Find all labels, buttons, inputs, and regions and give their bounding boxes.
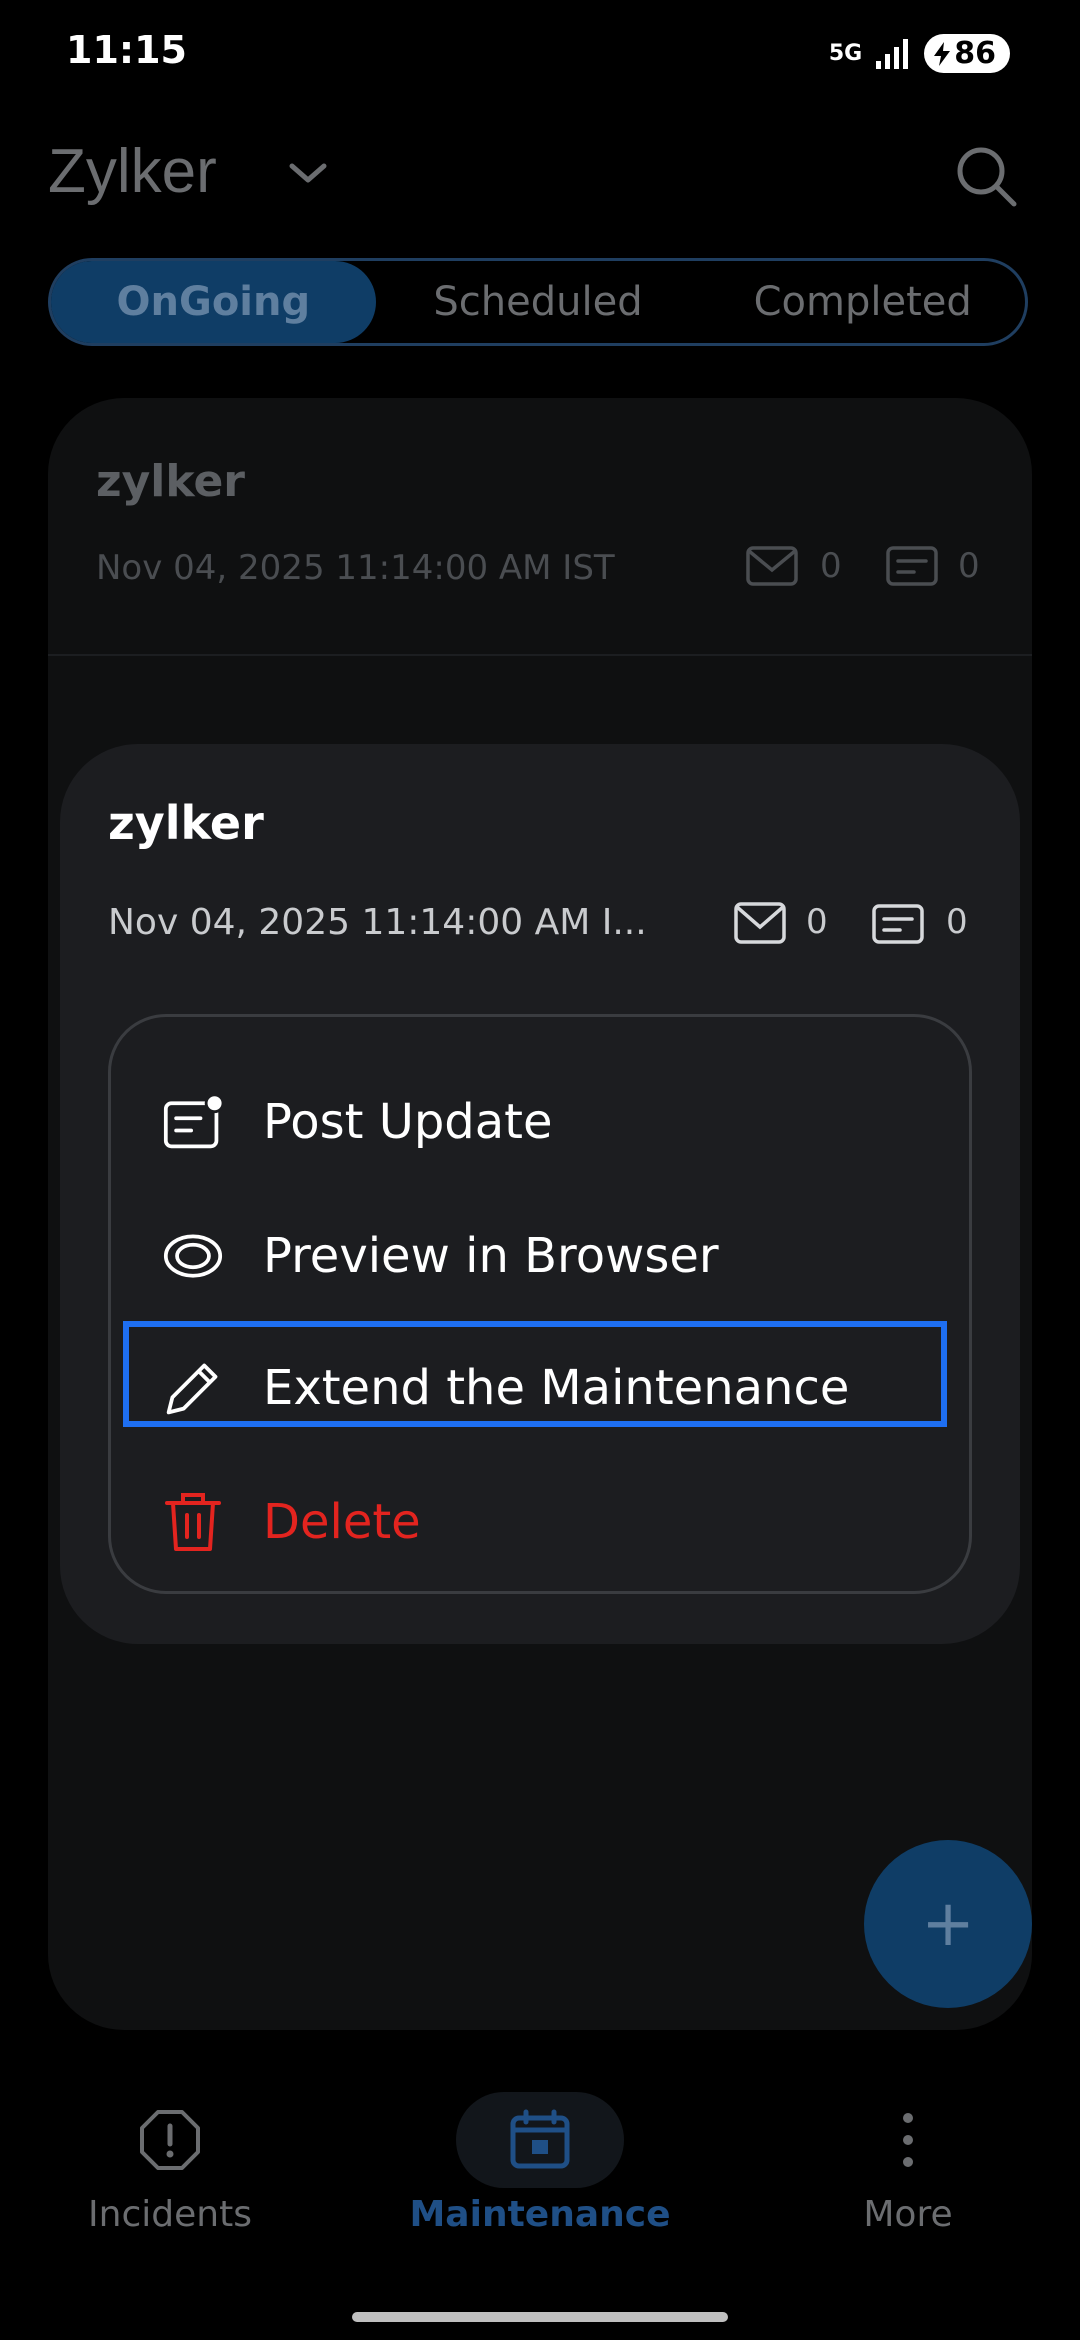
charging-icon <box>934 41 951 66</box>
menu-item-preview-in-browser[interactable]: Preview in Browser <box>111 1201 969 1311</box>
calendar-icon <box>510 2109 570 2169</box>
tab-ongoing[interactable]: OnGoing <box>51 261 376 343</box>
eye-icon <box>163 1230 223 1282</box>
menu-item-label: Post Update <box>263 1094 553 1150</box>
nav-label: Incidents <box>88 2194 252 2235</box>
mail-icon <box>746 546 798 586</box>
nav-item-maintenance[interactable]: Maintenance <box>390 2108 690 2235</box>
mail-count: 0 <box>820 546 842 586</box>
chevron-down-icon[interactable] <box>286 158 330 188</box>
tab-scheduled[interactable]: Scheduled <box>376 261 701 343</box>
status-icons: 5G 86 <box>829 34 1010 73</box>
divider <box>48 654 1032 656</box>
update-icon <box>872 904 924 944</box>
update-count: 0 <box>946 902 968 942</box>
more-vertical-icon <box>903 2113 913 2167</box>
plus-icon: + <box>921 1887 975 1961</box>
action-menu: Post Update Preview in Browser Extend th… <box>108 1014 972 1594</box>
list-item-title[interactable]: zylker <box>96 456 245 507</box>
search-icon[interactable] <box>954 144 1018 208</box>
add-maintenance-button[interactable]: + <box>864 1840 1032 2008</box>
list-item-date: Nov 04, 2025 11:14:00 AM IST <box>96 548 615 588</box>
tab-completed[interactable]: Completed <box>700 261 1025 343</box>
battery-indicator: 86 <box>924 34 1010 73</box>
menu-item-extend-maintenance[interactable]: Extend the Maintenance <box>111 1333 969 1443</box>
menu-item-label: Extend the Maintenance <box>263 1360 850 1416</box>
menu-item-post-update[interactable]: Post Update <box>111 1067 969 1177</box>
home-indicator[interactable] <box>352 2312 728 2322</box>
nav-item-incidents[interactable]: Incidents <box>70 2108 270 2235</box>
mail-icon <box>734 902 786 944</box>
organization-name[interactable]: Zylker <box>48 136 217 207</box>
pencil-icon <box>163 1356 223 1420</box>
menu-item-label: Preview in Browser <box>263 1228 719 1284</box>
post-update-icon <box>163 1092 223 1152</box>
signal-icon <box>876 38 909 69</box>
mail-count: 0 <box>806 902 828 942</box>
menu-item-label: Delete <box>263 1494 421 1550</box>
focused-item-date: Nov 04, 2025 11:14:00 AM I... <box>108 902 647 943</box>
status-time: 11:15 <box>66 28 187 72</box>
trash-icon <box>163 1491 223 1553</box>
network-5g-icon: 5G <box>828 40 863 66</box>
battery-level: 86 <box>954 36 996 71</box>
focused-item-title: zylker <box>108 796 264 850</box>
alert-circle-icon <box>140 2110 200 2170</box>
nav-label: More <box>863 2194 953 2235</box>
update-count: 0 <box>958 546 980 586</box>
nav-label: Maintenance <box>409 2194 671 2235</box>
update-icon <box>886 546 938 586</box>
status-tabs: OnGoing Scheduled Completed <box>48 258 1028 346</box>
nav-item-more[interactable]: More <box>808 2108 1008 2235</box>
menu-item-delete[interactable]: Delete <box>111 1467 969 1577</box>
